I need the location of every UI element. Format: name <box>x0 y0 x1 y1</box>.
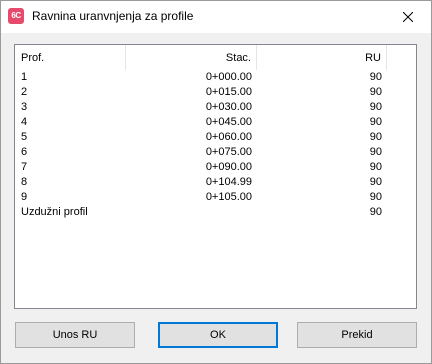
cell-prof: Uzdužni profil <box>21 206 88 218</box>
list-row[interactable]: Uzdužni profil 90 <box>15 205 416 220</box>
column-header-stac[interactable]: Stac. <box>126 45 257 70</box>
cell-ru: 90 <box>369 161 382 173</box>
cell-prof: 4 <box>21 116 28 128</box>
cell-ru: 90 <box>369 101 382 113</box>
cell-stac: 0+060.00 <box>205 131 252 143</box>
cell-prof: 7 <box>21 161 28 173</box>
cell-stac: 0+104.99 <box>205 176 252 188</box>
list-header: Prof. Stac. RU <box>15 45 416 70</box>
list-rows: 1 0+000.00 90 2 0+015.00 90 3 0+030.00 9… <box>15 70 416 220</box>
cell-stac: 0+000.00 <box>205 71 252 83</box>
list-row[interactable]: 8 0+104.99 90 <box>15 175 416 190</box>
title-bar[interactable]: 6C Ravnina uranvnjenja za profile <box>1 1 431 33</box>
prekid-button[interactable]: Prekid <box>297 322 417 348</box>
cell-ru: 90 <box>369 146 382 158</box>
ok-button[interactable]: OK <box>158 322 278 348</box>
cell-ru: 90 <box>369 191 382 203</box>
cell-prof: 6 <box>21 146 28 158</box>
close-icon <box>403 12 413 22</box>
list-row[interactable]: 2 0+015.00 90 <box>15 85 416 100</box>
cell-stac: 0+090.00 <box>205 161 252 173</box>
cell-prof: 9 <box>21 191 28 203</box>
cell-stac: 0+015.00 <box>205 86 252 98</box>
cell-ru: 90 <box>369 86 382 98</box>
cell-stac: 0+105.00 <box>205 191 252 203</box>
list-row[interactable]: 4 0+045.00 90 <box>15 115 416 130</box>
list-row[interactable]: 1 0+000.00 90 <box>15 70 416 85</box>
cell-ru: 90 <box>369 71 382 83</box>
column-header-prof[interactable]: Prof. <box>15 45 126 70</box>
cell-ru: 90 <box>369 116 382 128</box>
cell-stac: 0+030.00 <box>205 101 252 113</box>
cell-prof: 1 <box>21 71 28 83</box>
list-row[interactable]: 6 0+075.00 90 <box>15 145 416 160</box>
cell-prof: 8 <box>21 176 28 188</box>
list-row[interactable]: 5 0+060.00 90 <box>15 130 416 145</box>
unos-ru-button[interactable]: Unos RU <box>15 322 135 348</box>
cell-ru: 90 <box>369 131 382 143</box>
cell-stac: 0+075.00 <box>205 146 252 158</box>
cell-ru: 90 <box>369 206 382 218</box>
cell-ru: 90 <box>369 176 382 188</box>
cell-prof: 5 <box>21 131 28 143</box>
dialog-window: 6C Ravnina uranvnjenja za profile Prof. … <box>0 0 432 364</box>
list-row[interactable]: 3 0+030.00 90 <box>15 100 416 115</box>
cell-prof: 2 <box>21 86 28 98</box>
list-row[interactable]: 9 0+105.00 90 <box>15 190 416 205</box>
cell-prof: 3 <box>21 101 28 113</box>
column-header-ru[interactable]: RU <box>257 45 387 70</box>
window-title: Ravnina uranvnjenja za profile <box>32 9 194 23</box>
close-button[interactable] <box>385 1 431 33</box>
list-row[interactable]: 7 0+090.00 90 <box>15 160 416 175</box>
cell-stac: 0+045.00 <box>205 116 252 128</box>
app-icon: 6C <box>8 8 24 24</box>
profile-list[interactable]: Prof. Stac. RU 1 0+000.00 90 2 0+015.00 … <box>14 44 417 309</box>
